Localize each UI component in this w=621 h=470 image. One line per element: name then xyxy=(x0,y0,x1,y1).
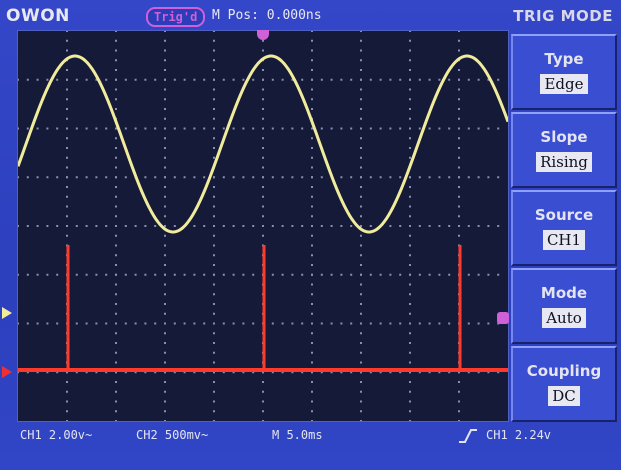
waveform-svg xyxy=(18,31,508,421)
trigger-menu: Type Edge Slope Rising Source CH1 Mode A… xyxy=(509,30,621,422)
top-bar: OWON Trig'd M Pos: 0.000ns TRIG MODE xyxy=(0,0,621,30)
menu-item-label: Type xyxy=(544,50,584,68)
graticule xyxy=(18,31,500,421)
menu-item-value: Rising xyxy=(536,152,592,172)
menu-item-value: Edge xyxy=(540,74,588,94)
menu-item-value: Auto xyxy=(542,308,586,328)
menu-item-label: Slope xyxy=(540,128,588,146)
menu-item-label: Coupling xyxy=(526,362,602,380)
menu-item-label: Source xyxy=(534,206,594,224)
brand-logo: OWON xyxy=(6,6,70,26)
ch1-scale-readout: CH1 2.00v~ xyxy=(20,428,93,442)
menu-item-label: Mode xyxy=(540,284,588,302)
ch2-waveform xyxy=(18,245,508,372)
menu-item-coupling[interactable]: Coupling DC xyxy=(511,346,617,422)
waveform-display xyxy=(17,30,509,422)
ch2-ground-marker-icon xyxy=(2,366,12,378)
menu-item-value: DC xyxy=(548,386,580,406)
rising-edge-icon xyxy=(459,429,477,443)
trigger-level-readout: CH1 2.24v xyxy=(486,428,552,442)
ch2-scale-readout: CH2 500mv~ xyxy=(136,428,209,442)
menu-item-type[interactable]: Type Edge xyxy=(511,34,617,110)
menu-item-source[interactable]: Source CH1 xyxy=(511,190,617,266)
menu-item-value: CH1 xyxy=(542,230,586,250)
ch1-ground-marker-icon xyxy=(2,307,12,319)
timebase-readout: M 5.0ms xyxy=(272,428,323,442)
status-bar: CH1 2.00v~ CH2 500mv~ M 5.0ms CH1 2.24v xyxy=(0,422,621,470)
oscilloscope-screen: OWON Trig'd M Pos: 0.000ns TRIG MODE Typ… xyxy=(0,0,621,470)
menu-item-mode[interactable]: Mode Auto xyxy=(511,268,617,344)
menu-item-slope[interactable]: Slope Rising xyxy=(511,112,617,188)
menu-title: TRIG MODE xyxy=(513,7,613,25)
trigger-status-badge: Trig'd xyxy=(146,7,206,27)
horizontal-position-readout: M Pos: 0.000ns xyxy=(212,8,322,23)
trigger-level-marker-icon xyxy=(497,312,509,324)
